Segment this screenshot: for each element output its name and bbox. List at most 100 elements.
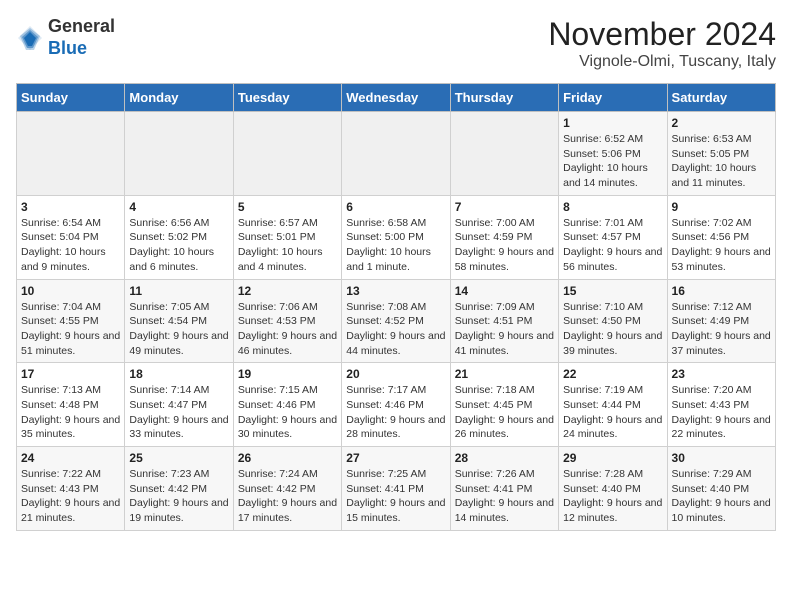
calendar-day-cell: 4 Sunrise: 6:56 AM Sunset: 5:02 PM Daylig…	[125, 195, 233, 279]
day-number: 26	[238, 451, 337, 465]
calendar-day-cell: 7Sunrise: 7:00 AM Sunset: 4:59 PM Daylig…	[450, 195, 558, 279]
calendar-week-row: 17Sunrise: 7:13 AM Sunset: 4:48 PM Dayli…	[17, 363, 776, 447]
calendar-week-row: 24Sunrise: 7:22 AM Sunset: 4:43 PM Dayli…	[17, 447, 776, 531]
calendar-day-cell: 8 Sunrise: 7:01 AM Sunset: 4:57 PM Daylig…	[559, 195, 667, 279]
column-header-wednesday: Wednesday	[342, 84, 450, 112]
day-info: Sunrise: 7:06 AM Sunset: 4:53 PM Dayligh…	[238, 300, 337, 359]
calendar-day-cell: 24Sunrise: 7:22 AM Sunset: 4:43 PM Dayli…	[17, 447, 125, 531]
day-info: Sunrise: 7:08 AM Sunset: 4:52 PM Dayligh…	[346, 300, 445, 359]
page-header: General Blue November 2024 Vignole-Olmi,…	[16, 16, 776, 71]
day-info: Sunrise: 7:25 AM Sunset: 4:41 PM Dayligh…	[346, 467, 445, 526]
calendar-day-cell: 29 Sunrise: 7:28 AM Sunset: 4:40 PM Dayli…	[559, 447, 667, 531]
day-info: Sunrise: 7:28 AM Sunset: 4:40 PM Dayligh…	[563, 467, 662, 526]
day-info: Sunrise: 6:53 AM Sunset: 5:05 PM Dayligh…	[672, 132, 771, 191]
calendar-day-cell	[342, 112, 450, 196]
calendar-day-cell	[125, 112, 233, 196]
day-number: 20	[346, 367, 445, 381]
calendar-day-cell: 16 Sunrise: 7:12 AM Sunset: 4:49 PM Dayli…	[667, 279, 775, 363]
day-info: Sunrise: 7:29 AM Sunset: 4:40 PM Dayligh…	[672, 467, 771, 526]
day-number: 1	[563, 116, 662, 130]
calendar-day-cell: 14Sunrise: 7:09 AM Sunset: 4:51 PM Dayli…	[450, 279, 558, 363]
column-header-monday: Monday	[125, 84, 233, 112]
calendar-day-cell: 11 Sunrise: 7:05 AM Sunset: 4:54 PM Dayli…	[125, 279, 233, 363]
title-block: November 2024 Vignole-Olmi, Tuscany, Ita…	[548, 16, 776, 71]
day-info: Sunrise: 7:02 AM Sunset: 4:56 PM Dayligh…	[672, 216, 771, 275]
day-info: Sunrise: 7:24 AM Sunset: 4:42 PM Dayligh…	[238, 467, 337, 526]
day-number: 12	[238, 284, 337, 298]
day-number: 4	[129, 200, 228, 214]
logo: General Blue	[16, 16, 115, 59]
calendar-day-cell: 9 Sunrise: 7:02 AM Sunset: 4:56 PM Daylig…	[667, 195, 775, 279]
day-number: 19	[238, 367, 337, 381]
calendar-day-cell: 6 Sunrise: 6:58 AM Sunset: 5:00 PM Daylig…	[342, 195, 450, 279]
month-title: November 2024	[548, 16, 776, 53]
calendar-day-cell: 22 Sunrise: 7:19 AM Sunset: 4:44 PM Dayli…	[559, 363, 667, 447]
calendar-week-row: 1 Sunrise: 6:52 AM Sunset: 5:06 PM Daylig…	[17, 112, 776, 196]
day-number: 30	[672, 451, 771, 465]
day-info: Sunrise: 6:58 AM Sunset: 5:00 PM Dayligh…	[346, 216, 445, 275]
day-number: 8	[563, 200, 662, 214]
day-number: 15	[563, 284, 662, 298]
day-info: Sunrise: 7:12 AM Sunset: 4:49 PM Dayligh…	[672, 300, 771, 359]
column-header-saturday: Saturday	[667, 84, 775, 112]
day-number: 14	[455, 284, 554, 298]
calendar-day-cell: 27Sunrise: 7:25 AM Sunset: 4:41 PM Dayli…	[342, 447, 450, 531]
day-number: 2	[672, 116, 771, 130]
day-info: Sunrise: 6:56 AM Sunset: 5:02 PM Dayligh…	[129, 216, 228, 275]
calendar-day-cell: 25 Sunrise: 7:23 AM Sunset: 4:42 PM Dayli…	[125, 447, 233, 531]
day-info: Sunrise: 7:23 AM Sunset: 4:42 PM Dayligh…	[129, 467, 228, 526]
calendar-day-cell: 12 Sunrise: 7:06 AM Sunset: 4:53 PM Dayli…	[233, 279, 341, 363]
day-number: 11	[129, 284, 228, 298]
day-info: Sunrise: 7:10 AM Sunset: 4:50 PM Dayligh…	[563, 300, 662, 359]
day-info: Sunrise: 7:19 AM Sunset: 4:44 PM Dayligh…	[563, 383, 662, 442]
day-number: 17	[21, 367, 120, 381]
day-number: 18	[129, 367, 228, 381]
logo-text: General Blue	[48, 16, 115, 59]
day-number: 10	[21, 284, 120, 298]
calendar-day-cell: 21Sunrise: 7:18 AM Sunset: 4:45 PM Dayli…	[450, 363, 558, 447]
day-number: 28	[455, 451, 554, 465]
calendar-day-cell: 15 Sunrise: 7:10 AM Sunset: 4:50 PM Dayli…	[559, 279, 667, 363]
day-number: 25	[129, 451, 228, 465]
column-header-tuesday: Tuesday	[233, 84, 341, 112]
day-info: Sunrise: 7:04 AM Sunset: 4:55 PM Dayligh…	[21, 300, 120, 359]
calendar-day-cell: 13Sunrise: 7:08 AM Sunset: 4:52 PM Dayli…	[342, 279, 450, 363]
logo-blue-text: Blue	[48, 38, 87, 58]
day-number: 5	[238, 200, 337, 214]
day-number: 22	[563, 367, 662, 381]
calendar-day-cell: 20Sunrise: 7:17 AM Sunset: 4:46 PM Dayli…	[342, 363, 450, 447]
calendar-week-row: 3 Sunrise: 6:54 AM Sunset: 5:04 PM Daylig…	[17, 195, 776, 279]
calendar-day-cell: 17Sunrise: 7:13 AM Sunset: 4:48 PM Dayli…	[17, 363, 125, 447]
day-number: 23	[672, 367, 771, 381]
calendar-day-cell: 2 Sunrise: 6:53 AM Sunset: 5:05 PM Daylig…	[667, 112, 775, 196]
calendar-day-cell: 10 Sunrise: 7:04 AM Sunset: 4:55 PM Dayli…	[17, 279, 125, 363]
calendar-day-cell	[17, 112, 125, 196]
day-number: 3	[21, 200, 120, 214]
day-info: Sunrise: 6:54 AM Sunset: 5:04 PM Dayligh…	[21, 216, 120, 275]
calendar-day-cell: 3 Sunrise: 6:54 AM Sunset: 5:04 PM Daylig…	[17, 195, 125, 279]
day-info: Sunrise: 7:20 AM Sunset: 4:43 PM Dayligh…	[672, 383, 771, 442]
calendar-header-row: SundayMondayTuesdayWednesdayThursdayFrid…	[17, 84, 776, 112]
calendar-day-cell: 23 Sunrise: 7:20 AM Sunset: 4:43 PM Dayli…	[667, 363, 775, 447]
calendar-day-cell: 19Sunrise: 7:15 AM Sunset: 4:46 PM Dayli…	[233, 363, 341, 447]
day-number: 6	[346, 200, 445, 214]
calendar-day-cell: 5Sunrise: 6:57 AM Sunset: 5:01 PM Daylig…	[233, 195, 341, 279]
logo-general-text: General	[48, 16, 115, 36]
day-info: Sunrise: 7:05 AM Sunset: 4:54 PM Dayligh…	[129, 300, 228, 359]
day-number: 16	[672, 284, 771, 298]
calendar-day-cell	[233, 112, 341, 196]
column-header-friday: Friday	[559, 84, 667, 112]
day-number: 9	[672, 200, 771, 214]
column-header-thursday: Thursday	[450, 84, 558, 112]
column-header-sunday: Sunday	[17, 84, 125, 112]
day-info: Sunrise: 7:00 AM Sunset: 4:59 PM Dayligh…	[455, 216, 554, 275]
day-info: Sunrise: 7:01 AM Sunset: 4:57 PM Dayligh…	[563, 216, 662, 275]
calendar-day-cell: 26 Sunrise: 7:24 AM Sunset: 4:42 PM Dayli…	[233, 447, 341, 531]
calendar-day-cell: 30 Sunrise: 7:29 AM Sunset: 4:40 PM Dayli…	[667, 447, 775, 531]
location-title: Vignole-Olmi, Tuscany, Italy	[548, 53, 776, 71]
day-number: 29	[563, 451, 662, 465]
calendar-table: SundayMondayTuesdayWednesdayThursdayFrid…	[16, 83, 776, 531]
day-info: Sunrise: 7:22 AM Sunset: 4:43 PM Dayligh…	[21, 467, 120, 526]
calendar-day-cell: 28Sunrise: 7:26 AM Sunset: 4:41 PM Dayli…	[450, 447, 558, 531]
day-info: Sunrise: 6:52 AM Sunset: 5:06 PM Dayligh…	[563, 132, 662, 191]
